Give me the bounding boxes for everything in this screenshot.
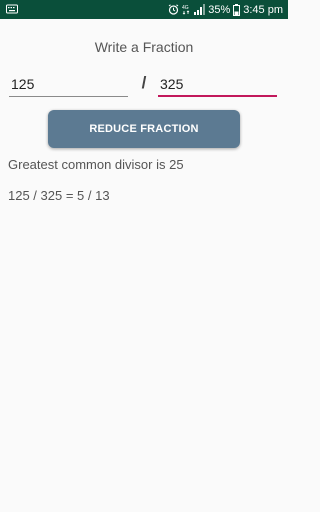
keyboard-icon xyxy=(6,3,18,15)
page-title: Write a Fraction xyxy=(94,39,194,55)
denominator-underline xyxy=(158,95,277,97)
gcd-result-text: Greatest common divisor is 25 xyxy=(8,157,184,172)
numerator-underline xyxy=(9,96,128,97)
denominator-input[interactable] xyxy=(158,73,277,95)
network-4g-icon: 4G xyxy=(182,4,191,15)
reduce-fraction-button[interactable]: REDUCE FRACTION xyxy=(48,110,240,148)
signal-icon xyxy=(194,4,206,15)
numerator-input[interactable] xyxy=(9,73,128,95)
status-icons: 4G 35% 3:45 pm xyxy=(168,0,283,19)
battery-icon xyxy=(233,3,241,16)
reduced-equation-text: 125 / 325 = 5 / 13 xyxy=(8,188,110,203)
numerator-field-container xyxy=(9,73,128,97)
denominator-field-container xyxy=(158,73,277,97)
alarm-icon xyxy=(168,4,179,15)
fraction-separator: / xyxy=(141,73,147,92)
clock: 3:45 pm xyxy=(243,3,283,16)
battery-percent: 35% xyxy=(208,3,231,16)
status-bar: 4G 35% 3:45 pm xyxy=(0,0,288,19)
svg-text:4G: 4G xyxy=(182,5,189,11)
